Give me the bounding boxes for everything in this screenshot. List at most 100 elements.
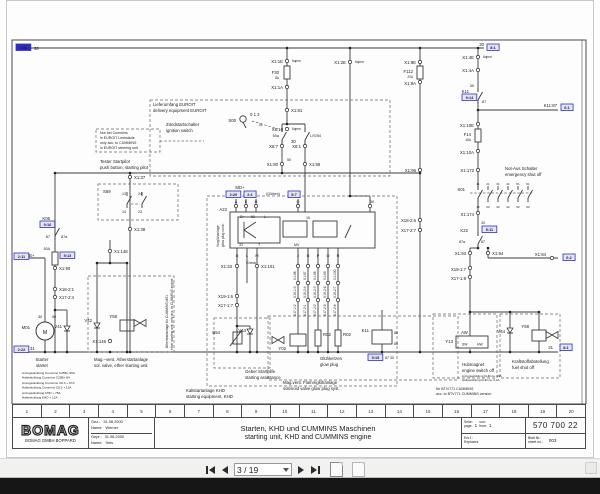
diode-icon [63,325,71,332]
page-dropdown-icon[interactable] [283,467,289,472]
grid-number: 17 [472,405,501,417]
terminal [475,54,481,60]
diagram-label: X1:96 [405,168,417,173]
terminal [467,250,473,256]
name-label: Name: [91,440,103,446]
terminal [475,67,481,73]
page-navigation: 3 / 19 [205,462,365,477]
diagram-label: starting equipment, KHD [186,394,233,399]
first-page-icon [206,465,208,474]
junction-dot [125,261,129,265]
diagram-label: 21 [486,182,490,186]
terminal [305,280,311,286]
grid-number: 7 [185,405,214,417]
diagram-label: K11 [462,89,470,94]
next-page-button[interactable] [297,465,305,475]
window-resize-grip[interactable] [585,462,597,474]
diagram-label: Y58 [109,314,117,319]
diagram-label: 41 [506,182,510,186]
terminal [417,227,423,233]
diagram-label: 87 [481,240,485,244]
contact-icon [517,189,523,199]
junction-dot [468,310,472,314]
diagram-label: 22 [486,205,490,209]
diagram-label: X8:7 [269,144,278,149]
diagram-label: Mag.–vent. Ätherstartanlage [94,357,149,362]
component-box [282,220,308,238]
diagram-label: X1:148 [114,249,128,254]
grid-number: 20 [568,408,574,414]
next-page-icon [298,465,304,474]
diagram-label: 30 [34,46,39,51]
first-page-button[interactable] [205,465,216,475]
junction-dot [468,350,472,354]
drawn-name: Werner [105,425,119,431]
diagram-label: X1:99 [323,271,327,280]
contact-icon [477,91,483,101]
diagram-label: K06 [42,216,50,221]
component-box [314,329,322,347]
diagram-label: F30 [272,70,280,75]
diagram-label: push button, starting pilot [100,165,149,170]
diagram-label: Kraftstoffabstellung [512,359,549,364]
diagram-label: N [307,254,310,258]
junction-dot [95,350,99,354]
terminal [284,107,290,113]
grid-number: 2 [42,405,71,417]
sheet-reference-text: 9:14 [466,96,474,100]
diagram-label: ether starting unit, only acc. to CUMMIN… [170,278,174,350]
diagram-label: 87 [482,100,486,104]
junction-dot [418,46,422,50]
grid-number: 18 [500,405,529,417]
drawn-date: 31.08.2000 [103,418,123,424]
component-box [232,331,243,345]
diagram-label: X1:100 [333,269,337,280]
diagram-label: 30 [38,315,42,319]
terminal [295,203,301,209]
diagram-label: X17-2:5 [323,304,327,316]
diagram-label: X1:4A [462,68,474,73]
diagram-label: 20A [407,75,414,79]
terminal [107,248,113,254]
terminal [475,167,481,173]
last-page-button[interactable] [310,465,321,475]
terminal [347,59,353,65]
terminal [335,263,341,269]
diagram-label: Lieferumfang EUROIT [153,102,196,107]
grid-number: 1 [13,405,42,417]
sheet-value: 003 [548,438,557,444]
junction-dot [306,350,310,354]
diagram-label: Tester Startpilot [100,159,131,164]
junction-dot [326,350,330,354]
junction-dot [418,171,422,175]
grid-number: 15 [414,405,443,417]
diagram-label: Haltewicklung KHD + 12A [22,396,58,400]
page-number-input[interactable]: 3 / 19 [234,463,292,476]
diagram-label: V41 [54,324,62,329]
diagram-label: 62 [526,205,530,209]
drawing-title-de: Starten, KHD und CUMMINS Maschinen [240,424,376,433]
grid-number: 10 [271,405,300,417]
junction-dot [108,261,112,265]
contact-icon [477,189,483,199]
terminal [302,161,308,167]
terminal [335,280,341,286]
diagram-label: Hubmagnet [462,362,485,367]
diagram-label: X19-2:7 [333,286,337,298]
contact-icon [507,189,513,199]
diagram-label: J [297,254,299,258]
diagram-label: 61 [526,182,530,186]
single-page-layout-button[interactable] [330,462,343,477]
last-page-icon [311,465,317,474]
diagram-label: D [236,254,239,258]
terminal [107,338,113,344]
page-label: Seite: page: [464,420,473,429]
replaces-cell: Ers.f.: Replaces: [462,433,526,448]
sheet-reference-text: 5:13 [64,254,72,258]
terminal [367,203,373,209]
page-number-text: 3 / 19 [237,464,259,475]
component-box [312,220,338,238]
previous-page-button[interactable] [221,465,229,475]
diagram-label: Not-Aus Schalter [505,166,538,171]
facing-page-layout-button[interactable] [352,462,365,477]
